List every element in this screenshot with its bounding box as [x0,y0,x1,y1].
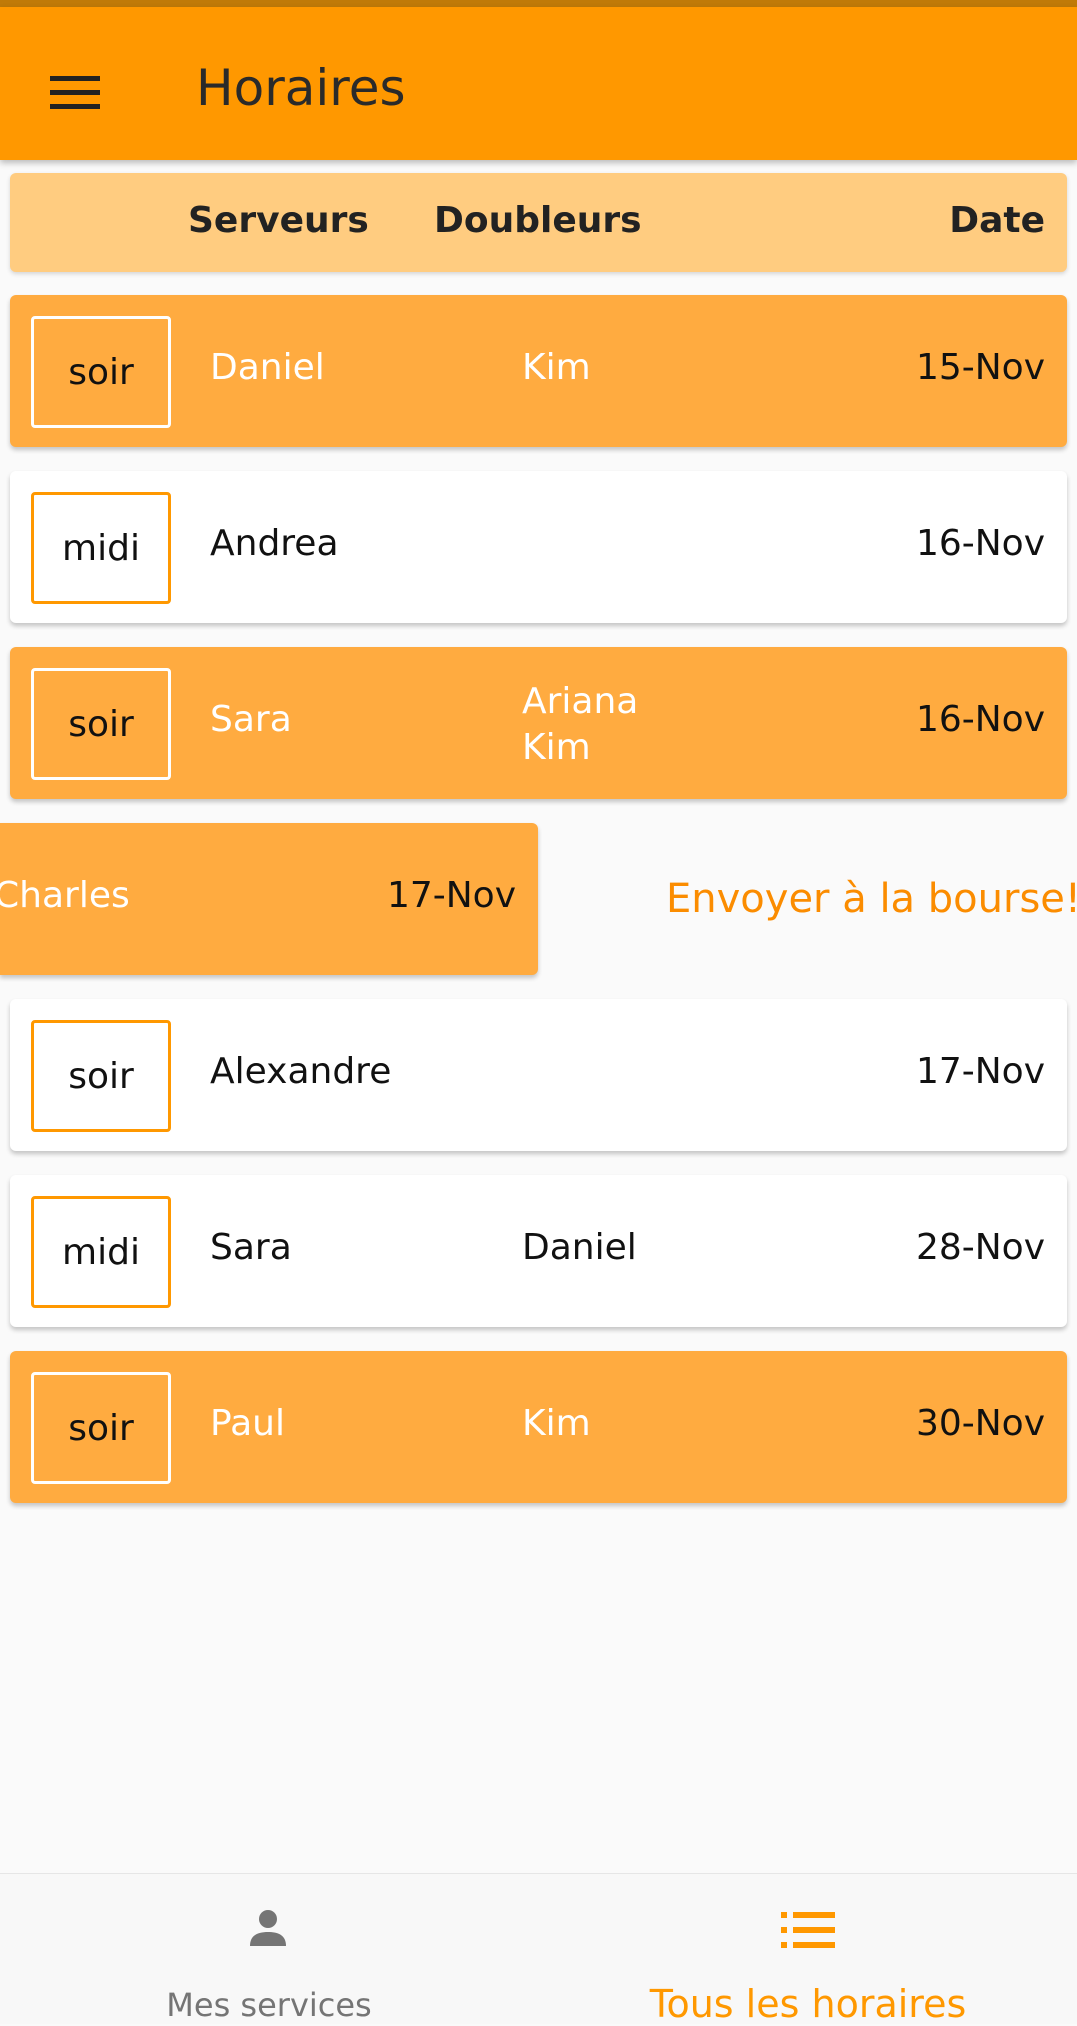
shift-badge: soir [31,1372,171,1484]
server-name: Charles [0,875,130,916]
shift-badge: soir [31,1020,171,1132]
shift-date: 16-Nov [915,523,1045,564]
shift-date: 15-Nov [915,347,1045,388]
person-icon [250,1910,286,1946]
header-doublers: Doubleurs [434,200,642,241]
menu-icon [50,75,100,81]
bottom-navigation: Mes services Tous les horaires [0,1873,1077,2026]
nav-my-services[interactable]: Mes services [0,1874,538,2024]
schedule-row[interactable]: soir Daniel Kim 15-Nov [10,295,1067,447]
doubler-names: Ariana Kim [522,679,638,771]
shift-date: 16-Nov [915,699,1045,740]
send-to-exchange-action[interactable]: Envoyer à la bourse! [666,876,1077,922]
nav-label: Mes services [166,1986,372,2024]
header-date: Date [949,200,1045,241]
schedule-row[interactable]: midi Sara Daniel 28-Nov [10,1175,1067,1327]
nav-all-schedules[interactable]: Tous les horaires [539,1874,1077,2026]
schedule-row[interactable]: soir Paul Kim 30-Nov [10,1351,1067,1503]
header-servers: Serveurs [188,200,369,241]
server-name: Sara [210,1227,292,1268]
schedule-row-swiped[interactable]: Charles 17-Nov [0,823,538,975]
list-icon [781,1912,835,1948]
app-bar: Horaires [0,7,1077,160]
server-name: Daniel [210,347,325,388]
schedule-row[interactable]: soir Sara Ariana Kim 16-Nov [10,647,1067,799]
nav-label: Tous les horaires [649,1982,967,2026]
server-name: Sara [210,699,292,740]
doubler-name: Kim [522,727,591,768]
page-title: Horaires [196,59,406,117]
shift-badge: soir [31,668,171,780]
shift-date: 30-Nov [915,1403,1045,1444]
shift-date: 28-Nov [915,1227,1045,1268]
server-name: Alexandre [210,1051,392,1092]
shift-badge: soir [31,316,171,428]
doubler-name: Ariana [522,681,639,722]
table-header: Serveurs Doubleurs Date [10,173,1067,272]
status-bar-strip [0,0,1077,7]
shift-badge: midi [31,1196,171,1308]
shift-date: 17-Nov [386,875,516,916]
shift-badge: midi [31,492,171,604]
shift-date: 17-Nov [915,1051,1045,1092]
doubler-name: Kim [522,347,591,388]
doubler-name: Kim [522,1403,591,1444]
server-name: Andrea [210,523,339,564]
schedule-row[interactable]: midi Andrea 16-Nov [10,471,1067,623]
server-name: Paul [210,1403,285,1444]
doubler-name: Daniel [522,1227,637,1268]
menu-button[interactable] [40,57,110,127]
schedule-row[interactable]: soir Alexandre 17-Nov [10,999,1067,1151]
